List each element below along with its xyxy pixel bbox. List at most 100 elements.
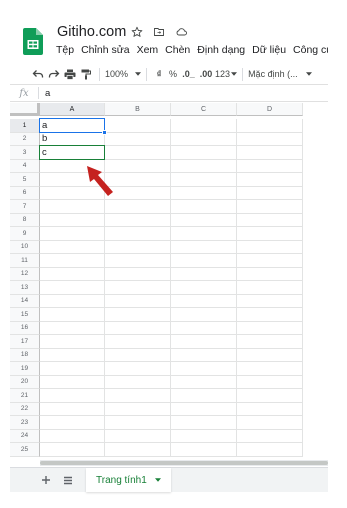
select-all-corner[interactable]: [10, 103, 40, 116]
cell-c20[interactable]: [171, 375, 237, 389]
cell-d20[interactable]: [237, 375, 303, 389]
font-select[interactable]: Mặc định (...: [248, 65, 312, 83]
undo-icon[interactable]: [30, 65, 46, 83]
redo-icon[interactable]: [46, 65, 62, 83]
row-header-1[interactable]: 1: [10, 119, 40, 133]
cell-b21[interactable]: [105, 389, 171, 403]
row-header-16[interactable]: 16: [10, 321, 40, 335]
cell-d7[interactable]: [237, 200, 303, 214]
cell-b3[interactable]: [105, 146, 171, 160]
cell-b18[interactable]: [105, 348, 171, 362]
zoom-select[interactable]: 100%: [105, 65, 142, 83]
print-icon[interactable]: [62, 65, 78, 83]
cell-d5[interactable]: [237, 173, 303, 187]
cell-d6[interactable]: [237, 186, 303, 200]
more-formats-button[interactable]: 123: [215, 65, 238, 83]
row-header-15[interactable]: 15: [10, 308, 40, 322]
column-header-d[interactable]: D: [237, 103, 303, 116]
cell-c18[interactable]: [171, 348, 237, 362]
cell-a24[interactable]: [40, 429, 105, 443]
cell-b25[interactable]: [105, 443, 171, 457]
cell-c14[interactable]: [171, 294, 237, 308]
cell-d24[interactable]: [237, 429, 303, 443]
cell-a10[interactable]: [40, 240, 105, 254]
cell-d8[interactable]: [237, 213, 303, 227]
cell-b22[interactable]: [105, 402, 171, 416]
cell-b13[interactable]: [105, 281, 171, 295]
row-header-4[interactable]: 4: [10, 159, 40, 173]
cell-d10[interactable]: [237, 240, 303, 254]
row-header-19[interactable]: 19: [10, 362, 40, 376]
cell-c22[interactable]: [171, 402, 237, 416]
cell-b19[interactable]: [105, 362, 171, 376]
cell-c3[interactable]: [171, 146, 237, 160]
scrollbar-thumb[interactable]: [40, 461, 328, 465]
cloud-status-icon[interactable]: [174, 25, 188, 39]
menu-file[interactable]: Tệp: [56, 44, 74, 56]
row-header-7[interactable]: 7: [10, 200, 40, 214]
cell-c8[interactable]: [171, 213, 237, 227]
cell-d23[interactable]: [237, 416, 303, 430]
row-header-12[interactable]: 12: [10, 267, 40, 281]
cell-a23[interactable]: [40, 416, 105, 430]
cell-b7[interactable]: [105, 200, 171, 214]
row-header-8[interactable]: 8: [10, 213, 40, 227]
cell-b2[interactable]: [105, 132, 171, 146]
cell-c11[interactable]: [171, 254, 237, 268]
cell-a14[interactable]: [40, 294, 105, 308]
row-header-22[interactable]: 22: [10, 402, 40, 416]
cell-c4[interactable]: [171, 159, 237, 173]
cell-b16[interactable]: [105, 321, 171, 335]
cell-d1[interactable]: [237, 119, 303, 133]
menu-insert[interactable]: Chèn: [165, 44, 190, 56]
cell-d9[interactable]: [237, 227, 303, 241]
cell-a1[interactable]: a: [40, 119, 105, 133]
formula-input[interactable]: a: [39, 88, 50, 99]
cell-c6[interactable]: [171, 186, 237, 200]
cell-c19[interactable]: [171, 362, 237, 376]
row-header-24[interactable]: 24: [10, 429, 40, 443]
cell-d3[interactable]: [237, 146, 303, 160]
increase-decimals-button[interactable]: .00: [197, 65, 215, 83]
row-header-20[interactable]: 20: [10, 375, 40, 389]
cell-a21[interactable]: [40, 389, 105, 403]
cell-b14[interactable]: [105, 294, 171, 308]
cell-a7[interactable]: [40, 200, 105, 214]
star-icon[interactable]: [130, 25, 144, 39]
cell-a9[interactable]: [40, 227, 105, 241]
chevron-down-icon[interactable]: [154, 478, 161, 482]
percent-format-button[interactable]: %: [166, 65, 180, 83]
currency-format-button[interactable]: ₫: [152, 65, 166, 83]
cell-c25[interactable]: [171, 443, 237, 457]
cell-a16[interactable]: [40, 321, 105, 335]
cell-a2[interactable]: b: [40, 132, 105, 146]
row-header-5[interactable]: 5: [10, 173, 40, 187]
cell-c15[interactable]: [171, 308, 237, 322]
row-header-14[interactable]: 14: [10, 294, 40, 308]
sheet-tab[interactable]: Trang tính1: [86, 468, 171, 492]
cell-c9[interactable]: [171, 227, 237, 241]
cell-b9[interactable]: [105, 227, 171, 241]
row-header-23[interactable]: 23: [10, 416, 40, 430]
cell-c24[interactable]: [171, 429, 237, 443]
cell-d16[interactable]: [237, 321, 303, 335]
cell-b24[interactable]: [105, 429, 171, 443]
column-header-c[interactable]: C: [171, 103, 237, 116]
cell-c13[interactable]: [171, 281, 237, 295]
move-folder-icon[interactable]: [152, 25, 166, 39]
row-header-3[interactable]: 3: [10, 146, 40, 160]
column-header-b[interactable]: B: [105, 103, 171, 116]
cell-a22[interactable]: [40, 402, 105, 416]
row-header-17[interactable]: 17: [10, 335, 40, 349]
cell-d22[interactable]: [237, 402, 303, 416]
cell-a20[interactable]: [40, 375, 105, 389]
cell-d25[interactable]: [237, 443, 303, 457]
cell-a3[interactable]: c: [40, 146, 105, 160]
cell-d12[interactable]: [237, 267, 303, 281]
cell-d11[interactable]: [237, 254, 303, 268]
menu-edit[interactable]: Chỉnh sửa: [81, 44, 129, 56]
menu-tools[interactable]: Công cụ: [293, 44, 328, 56]
paint-format-icon[interactable]: [78, 65, 94, 83]
cell-c23[interactable]: [171, 416, 237, 430]
cell-c1[interactable]: [171, 119, 237, 133]
